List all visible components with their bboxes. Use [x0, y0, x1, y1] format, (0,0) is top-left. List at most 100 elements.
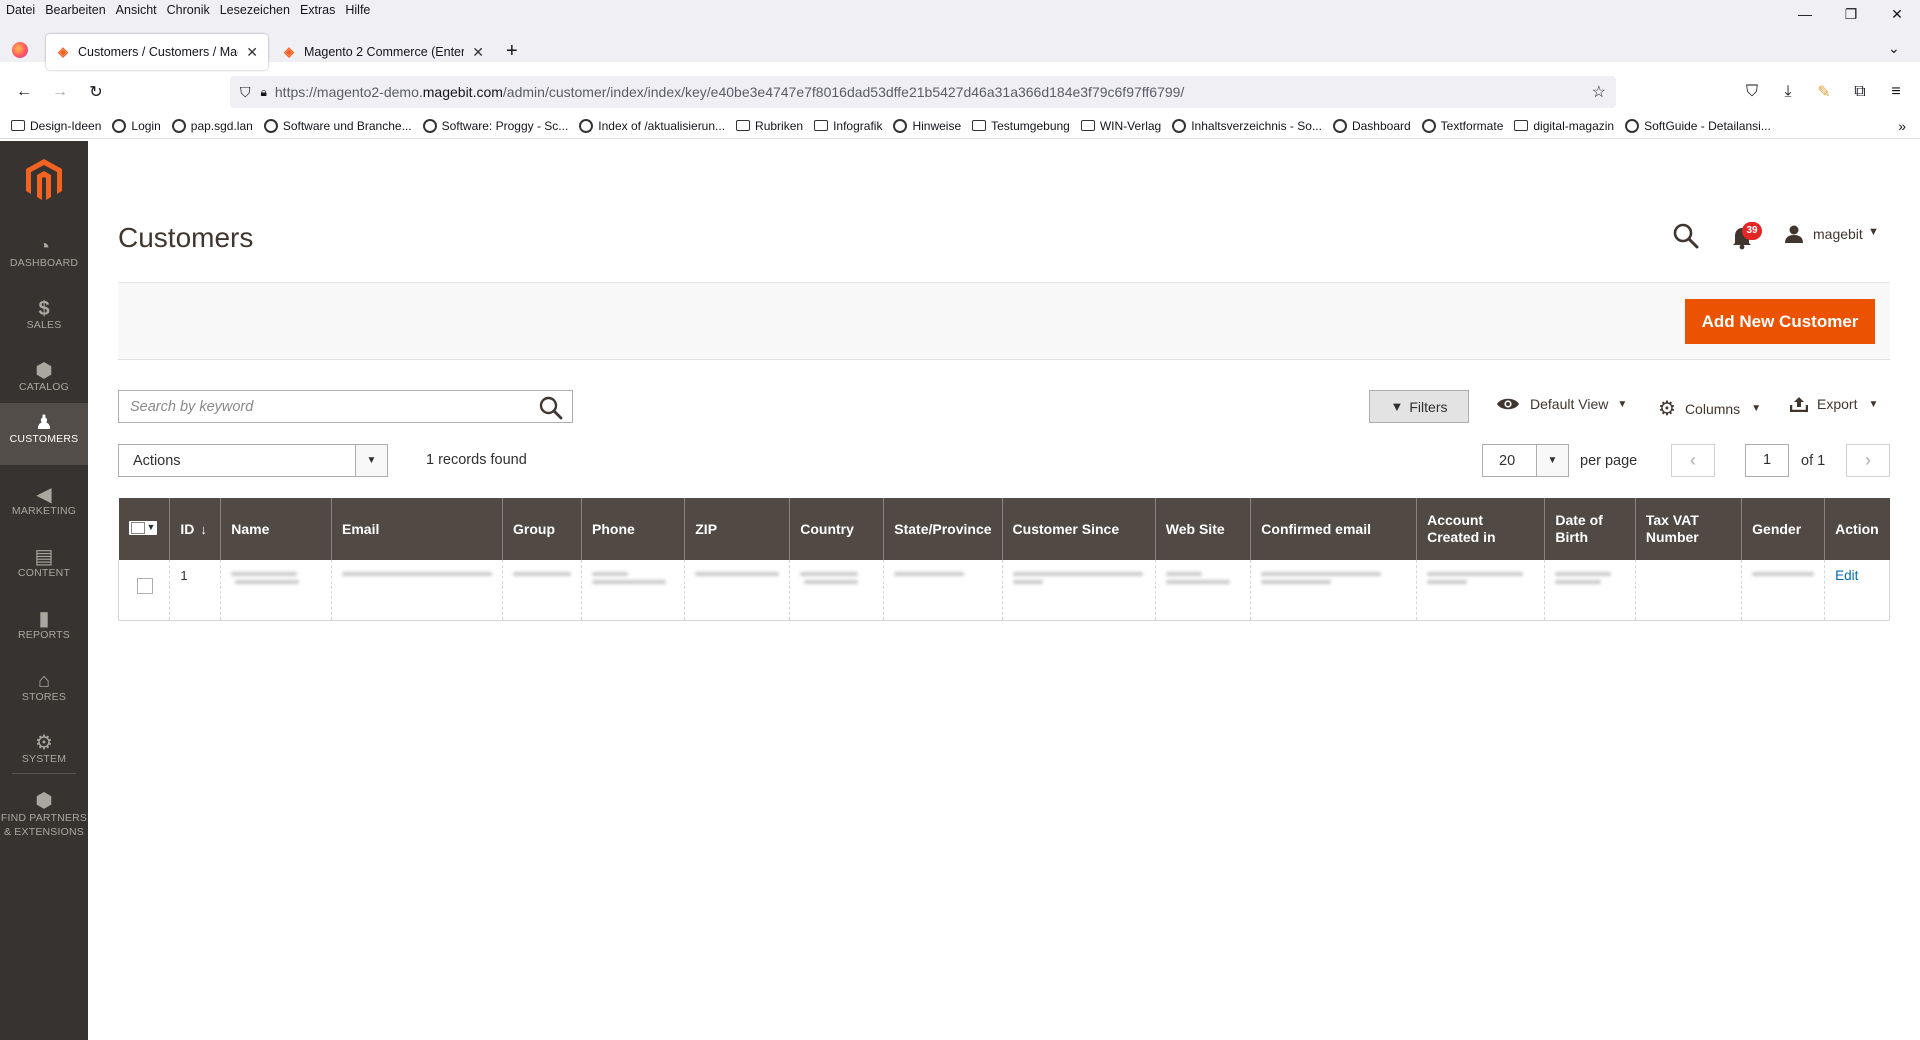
menu-edit[interactable]: Bearbeiten	[40, 3, 110, 17]
column-header-name[interactable]: Name	[220, 498, 332, 560]
menu-view[interactable]: Ansicht	[111, 3, 162, 17]
default-view-dropdown[interactable]: Default View ▼	[1496, 396, 1627, 412]
chevron-down-icon: ▼	[1617, 398, 1628, 410]
nav-find-partners[interactable]: ⬢ FIND PARTNERS & EXTENSIONS	[0, 781, 88, 853]
menu-file[interactable]: Datei	[0, 3, 40, 17]
previous-page-button[interactable]: ‹	[1671, 444, 1715, 477]
column-header-id[interactable]: ID ↓	[169, 498, 221, 560]
bookmark-label: Testumgebung	[991, 118, 1070, 133]
column-header-email[interactable]: Email	[331, 498, 503, 560]
column-header-confirmed-email[interactable]: Confirmed email	[1250, 498, 1417, 560]
lock-icon[interactable]: 🔒︎	[261, 85, 267, 100]
cell-name-redacted	[220, 560, 332, 621]
nav-sales[interactable]: $ SALES	[0, 289, 88, 351]
menu-bar: Datei Bearbeiten Ansicht Chronik Lesezei…	[0, 0, 1920, 20]
bookmark-item[interactable]: Index of /aktualisierun...	[579, 118, 725, 133]
column-header-phone[interactable]: Phone	[580, 498, 685, 560]
per-page-select[interactable]: 20 ▼	[1482, 444, 1569, 477]
bookmark-item[interactable]: Login	[112, 118, 161, 133]
bookmark-item[interactable]: Dashboard	[1332, 118, 1411, 133]
menu-help[interactable]: Hilfe	[340, 3, 375, 17]
bookmark-item[interactable]: Design-Ideen	[11, 119, 101, 133]
nav-stores[interactable]: ⌂ STORES	[0, 661, 88, 723]
bookmark-star-icon[interactable]: ☆	[1592, 82, 1606, 102]
nav-dashboard[interactable]: ◔ DASHBOARD	[0, 227, 88, 289]
bookmark-item[interactable]: Inhaltsverzeichnis - So...	[1172, 118, 1322, 133]
site-icon	[171, 118, 186, 133]
extensions-puzzle-icon[interactable]: ⧉	[1848, 80, 1872, 104]
column-header-zip[interactable]: ZIP	[684, 498, 790, 560]
list-tabs-icon[interactable]: ⌄	[1888, 40, 1900, 57]
edit-link[interactable]: Edit	[1835, 568, 1858, 583]
close-tab-icon[interactable]: ✕	[246, 44, 258, 61]
nav-system[interactable]: ⚙ SYSTEM	[0, 723, 88, 785]
export-label: Export	[1817, 396, 1858, 412]
bookmark-item[interactable]: Software und Branche...	[263, 118, 412, 133]
filters-label: Filters	[1409, 398, 1448, 415]
reload-icon[interactable]: ↻	[84, 80, 108, 104]
user-menu-caret-icon[interactable]: ▼	[1868, 226, 1879, 238]
bookmark-item[interactable]: Testumgebung	[972, 119, 1070, 133]
column-header-account-created-in[interactable]: Account Created in	[1416, 498, 1545, 560]
filters-button[interactable]: ▼ Filters	[1369, 390, 1469, 423]
user-icon[interactable]	[1784, 224, 1804, 244]
bookmark-item[interactable]: WIN-Verlag	[1080, 119, 1161, 133]
new-tab-icon[interactable]: +	[506, 40, 518, 63]
columns-dropdown[interactable]: ⚙ Columns ▼	[1658, 396, 1761, 421]
menu-bookmarks[interactable]: Lesezeichen	[215, 3, 295, 17]
bookmark-item[interactable]: Hinweise	[893, 118, 961, 133]
bookmark-item[interactable]: Software: Proggy - Sc...	[422, 118, 568, 133]
column-header-country[interactable]: Country	[789, 498, 884, 560]
admin-user-name[interactable]: magebit	[1813, 226, 1863, 242]
mass-select-header[interactable]: ▼	[118, 498, 170, 560]
next-page-button[interactable]: ›	[1846, 444, 1890, 477]
bookmark-item[interactable]: Infografik	[814, 119, 882, 133]
page-number-input[interactable]: 1	[1745, 444, 1789, 477]
back-icon[interactable]: ←	[12, 80, 36, 104]
column-header-website[interactable]: Web Site	[1154, 498, 1251, 560]
search-input[interactable]	[119, 391, 519, 422]
bookmark-item[interactable]: Textformate	[1421, 118, 1503, 133]
shield-icon[interactable]: ⛉	[240, 84, 251, 101]
bookmark-item[interactable]: digital-magazin	[1514, 119, 1614, 133]
downloads-icon[interactable]: ⤓	[1776, 80, 1800, 104]
gear-icon: ⚙	[35, 732, 53, 754]
tab-customers[interactable]: ◈ Customers / Customers / Mage ✕	[46, 34, 268, 70]
extension-icon[interactable]: ✎	[1812, 80, 1836, 104]
menu-history[interactable]: Chronik	[162, 3, 215, 17]
column-header-group[interactable]: Group	[502, 498, 582, 560]
bookmark-item[interactable]: pap.sgd.lan	[171, 118, 253, 133]
column-header-gender[interactable]: Gender	[1741, 498, 1825, 560]
menu-tools[interactable]: Extras	[295, 3, 340, 17]
search-icon[interactable]	[538, 395, 564, 421]
bookmark-item[interactable]: Rubriken	[736, 119, 803, 133]
magento-logo-icon[interactable]	[24, 157, 64, 203]
nav-marketing[interactable]: ◀ MARKETING	[0, 475, 88, 537]
nav-label: CATALOG	[18, 381, 70, 393]
nav-customers[interactable]: ♟ CUSTOMERS	[0, 403, 88, 465]
global-search-icon[interactable]	[1672, 222, 1700, 250]
hamburger-menu-icon[interactable]: ≡	[1884, 80, 1908, 104]
add-new-customer-button[interactable]: Add New Customer	[1685, 299, 1875, 344]
firefox-icon[interactable]	[12, 42, 28, 58]
column-header-date-of-birth[interactable]: Date of Birth	[1544, 498, 1636, 560]
mass-actions-select[interactable]: Actions ▼	[118, 444, 388, 477]
nav-content[interactable]: ▤ CONTENT	[0, 537, 88, 599]
export-dropdown[interactable]: Export ▼	[1790, 396, 1878, 412]
bookmark-label: Design-Ideen	[30, 118, 102, 133]
url-bar[interactable]: ⛉ 🔒︎ https://magento2-demo. magebit.com/a…	[230, 76, 1616, 108]
bookmark-item[interactable]: SoftGuide - Detailansi...	[1625, 118, 1771, 133]
close-tab-icon[interactable]: ✕	[472, 44, 484, 61]
table-row[interactable]: 1 Edit	[117, 560, 1890, 621]
column-header-tax-vat[interactable]: Tax VAT Number	[1634, 498, 1742, 560]
more-bookmarks-icon[interactable]: »	[1898, 118, 1906, 134]
nav-reports[interactable]: ▮ REPORTS	[0, 599, 88, 661]
column-header-state[interactable]: State/Province	[883, 498, 1003, 560]
forward-icon[interactable]: →	[48, 80, 72, 104]
tab-magento-commerce[interactable]: ◈ Magento 2 Commerce (Enterpr ✕	[272, 34, 494, 70]
row-checkbox[interactable]	[137, 578, 153, 594]
pocket-icon[interactable]: ⛉	[1740, 80, 1764, 104]
column-header-customer-since[interactable]: Customer Since	[1001, 498, 1156, 560]
mass-select-checkbox[interactable]: ▼	[128, 520, 158, 535]
column-label: Date of Birth	[1555, 512, 1603, 545]
